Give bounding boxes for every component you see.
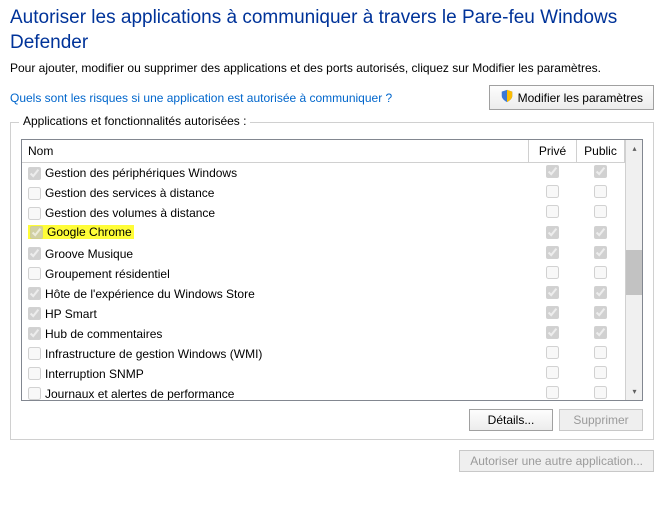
row-private-checkbox	[546, 326, 559, 339]
row-name-label: Gestion des volumes à distance	[45, 206, 215, 220]
row-public-checkbox	[594, 286, 607, 299]
row-enabled-checkbox	[30, 226, 43, 239]
table-row[interactable]: Hôte de l'expérience du Windows Store	[22, 284, 625, 304]
row-private-checkbox	[546, 346, 559, 359]
scroll-down-button[interactable]: ▾	[626, 383, 643, 400]
row-public-checkbox	[594, 185, 607, 198]
row-private-checkbox	[546, 366, 559, 379]
row-private-checkbox	[546, 266, 559, 279]
row-enabled-checkbox	[28, 247, 41, 260]
scroll-thumb[interactable]	[626, 250, 643, 295]
row-private-checkbox	[546, 205, 559, 218]
row-name-label: Hub de commentaires	[45, 327, 162, 341]
table-row[interactable]: Groove Musique	[22, 244, 625, 264]
row-name-label: Hôte de l'expérience du Windows Store	[45, 287, 255, 301]
table-row[interactable]: Interruption SNMP	[22, 364, 625, 384]
table-row[interactable]: Infrastructure de gestion Windows (WMI)	[22, 344, 625, 364]
row-private-checkbox	[546, 246, 559, 259]
row-public-checkbox	[594, 165, 607, 178]
remove-button: Supprimer	[559, 409, 643, 431]
row-name-label: Groove Musique	[45, 247, 133, 261]
row-public-checkbox	[594, 386, 607, 399]
row-enabled-checkbox	[28, 327, 41, 340]
row-private-checkbox	[546, 165, 559, 178]
col-header-public[interactable]: Public	[577, 140, 625, 163]
row-name-label: Groupement résidentiel	[45, 267, 170, 281]
allowed-apps-group: Applications et fonctionnalités autorisé…	[10, 122, 654, 440]
row-public-checkbox	[594, 366, 607, 379]
table-row[interactable]: Gestion des services à distance	[22, 183, 625, 203]
row-private-checkbox	[546, 306, 559, 319]
scrollbar[interactable]: ▴ ▾	[625, 140, 642, 400]
row-name-label: Infrastructure de gestion Windows (WMI)	[45, 347, 262, 361]
apps-table: Nom Privé Public Gestion des périphériqu…	[22, 140, 625, 401]
col-header-name[interactable]: Nom	[22, 140, 529, 163]
row-private-checkbox	[546, 386, 559, 399]
table-row[interactable]: HP Smart	[22, 304, 625, 324]
col-header-private[interactable]: Privé	[529, 140, 577, 163]
row-private-checkbox	[546, 226, 559, 239]
row-public-checkbox	[594, 205, 607, 218]
table-row[interactable]: Hub de commentaires	[22, 324, 625, 344]
row-private-checkbox	[546, 185, 559, 198]
table-row[interactable]: Journaux et alertes de performance	[22, 384, 625, 402]
row-enabled-checkbox	[28, 307, 41, 320]
row-public-checkbox	[594, 346, 607, 359]
row-name-label: HP Smart	[45, 307, 97, 321]
row-enabled-checkbox	[28, 267, 41, 280]
row-enabled-checkbox	[28, 207, 41, 220]
table-row[interactable]: Google Chrome	[22, 223, 625, 244]
row-name-label: Interruption SNMP	[45, 367, 144, 381]
row-enabled-checkbox	[28, 367, 41, 380]
row-public-checkbox	[594, 306, 607, 319]
row-enabled-checkbox	[28, 387, 41, 400]
row-private-checkbox	[546, 286, 559, 299]
row-enabled-checkbox	[28, 167, 41, 180]
row-public-checkbox	[594, 226, 607, 239]
table-row[interactable]: Groupement résidentiel	[22, 264, 625, 284]
details-button[interactable]: Détails...	[469, 409, 553, 431]
row-public-checkbox	[594, 326, 607, 339]
row-name-label: Google Chrome	[47, 225, 132, 239]
row-enabled-checkbox	[28, 347, 41, 360]
modify-settings-button[interactable]: Modifier les paramètres	[489, 85, 654, 110]
row-public-checkbox	[594, 246, 607, 259]
row-name-label: Journaux et alertes de performance	[45, 387, 234, 401]
page-title: Autoriser les applications à communiquer…	[10, 6, 654, 55]
shield-icon	[500, 89, 514, 106]
table-row[interactable]: Gestion des périphériques Windows	[22, 163, 625, 184]
row-public-checkbox	[594, 266, 607, 279]
risk-link[interactable]: Quels sont les risques si une applicatio…	[10, 91, 392, 105]
scroll-up-button[interactable]: ▴	[626, 140, 643, 157]
row-enabled-checkbox	[28, 187, 41, 200]
row-enabled-checkbox	[28, 287, 41, 300]
row-name-label: Gestion des services à distance	[45, 186, 214, 200]
modify-settings-label: Modifier les paramètres	[518, 91, 643, 105]
allow-another-app-button: Autoriser une autre application...	[459, 450, 654, 472]
group-label: Applications et fonctionnalités autorisé…	[19, 114, 250, 128]
table-row[interactable]: Gestion des volumes à distance	[22, 203, 625, 223]
page-subtitle: Pour ajouter, modifier ou supprimer des …	[10, 61, 654, 75]
row-name-label: Gestion des périphériques Windows	[45, 166, 237, 180]
apps-table-container: Nom Privé Public Gestion des périphériqu…	[21, 139, 643, 401]
